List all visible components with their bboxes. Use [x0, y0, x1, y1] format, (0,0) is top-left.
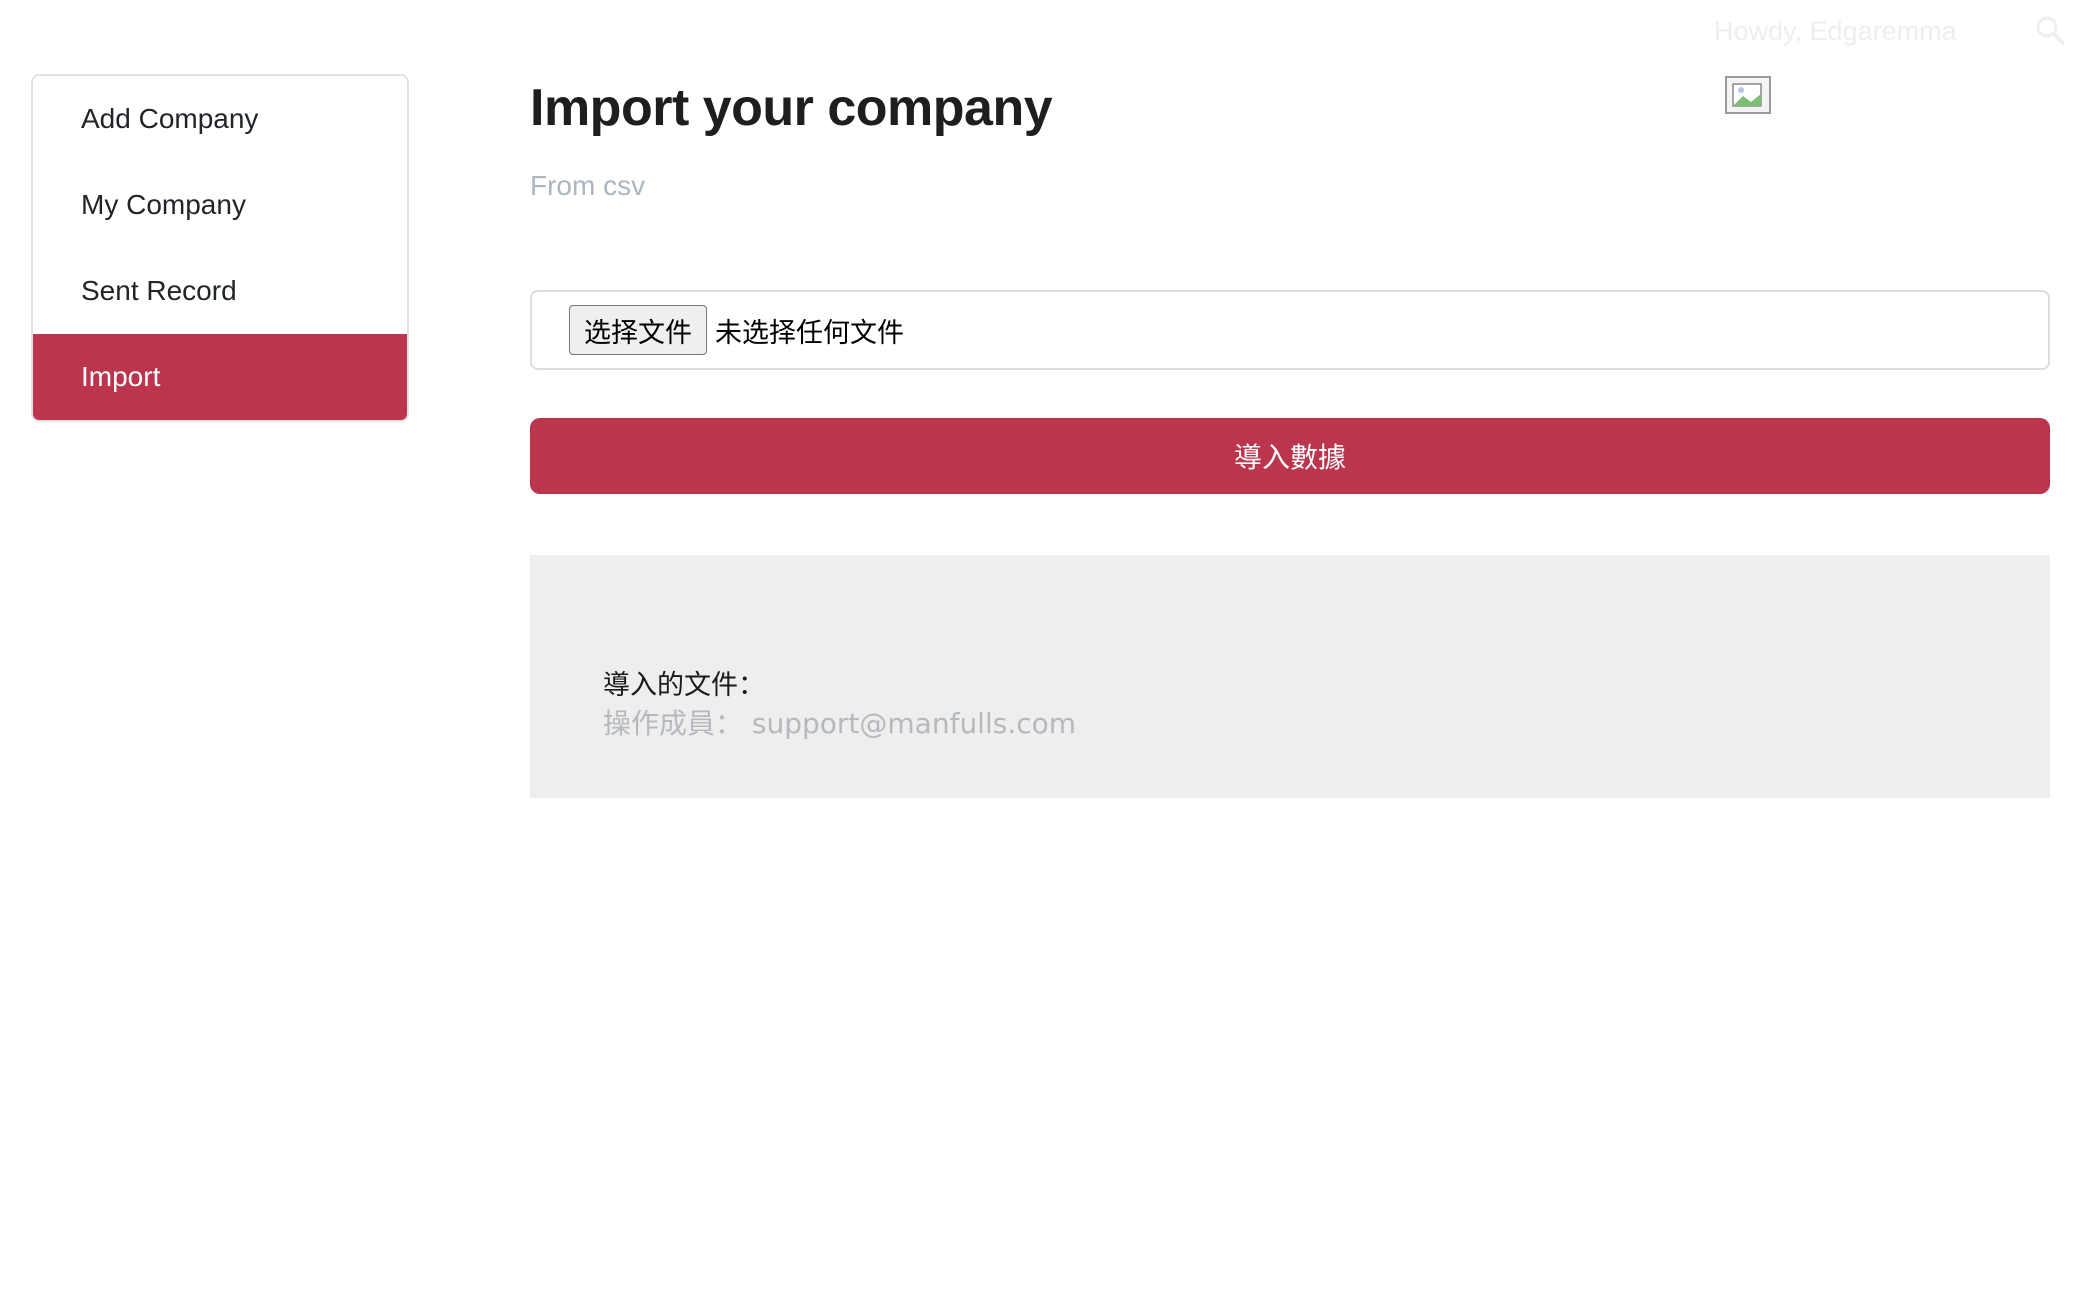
search-icon[interactable]	[2034, 14, 2066, 46]
sidebar-item-my-company[interactable]: My Company	[33, 162, 407, 248]
page-subtitle: From csv	[530, 170, 646, 201]
sidebar-item-import[interactable]: Import	[33, 334, 407, 420]
page-title: Import your company	[530, 79, 1053, 137]
broken-image-icon	[1725, 76, 1771, 114]
import-data-button[interactable]: 導入數據	[530, 418, 2050, 494]
choose-file-button[interactable]: 选择文件	[569, 305, 707, 355]
operator-text: 操作成員： support@manfulls.com	[603, 707, 1077, 740]
greeting-text: Howdy, Edgaremma	[1714, 16, 1957, 46]
sidebar-item-sent-record[interactable]: Sent Record	[33, 248, 407, 334]
sidebar-item-label: Add Company	[81, 103, 259, 134]
import-result-panel: 導入的文件： 操作成員： support@manfulls.com	[530, 555, 2050, 798]
sidebar-item-label: Import	[81, 361, 161, 392]
imported-file-label: 導入的文件：	[603, 670, 765, 701]
sidebar-item-label: My Company	[81, 189, 246, 220]
file-status-text: 未选择任何文件	[715, 317, 904, 349]
sidebar: Add Company My Company Sent Record Impor…	[31, 74, 409, 422]
file-input[interactable]: 选择文件 未选择任何文件	[530, 290, 2050, 370]
sidebar-item-add-company[interactable]: Add Company	[33, 76, 407, 162]
sidebar-item-label: Sent Record	[81, 275, 237, 306]
